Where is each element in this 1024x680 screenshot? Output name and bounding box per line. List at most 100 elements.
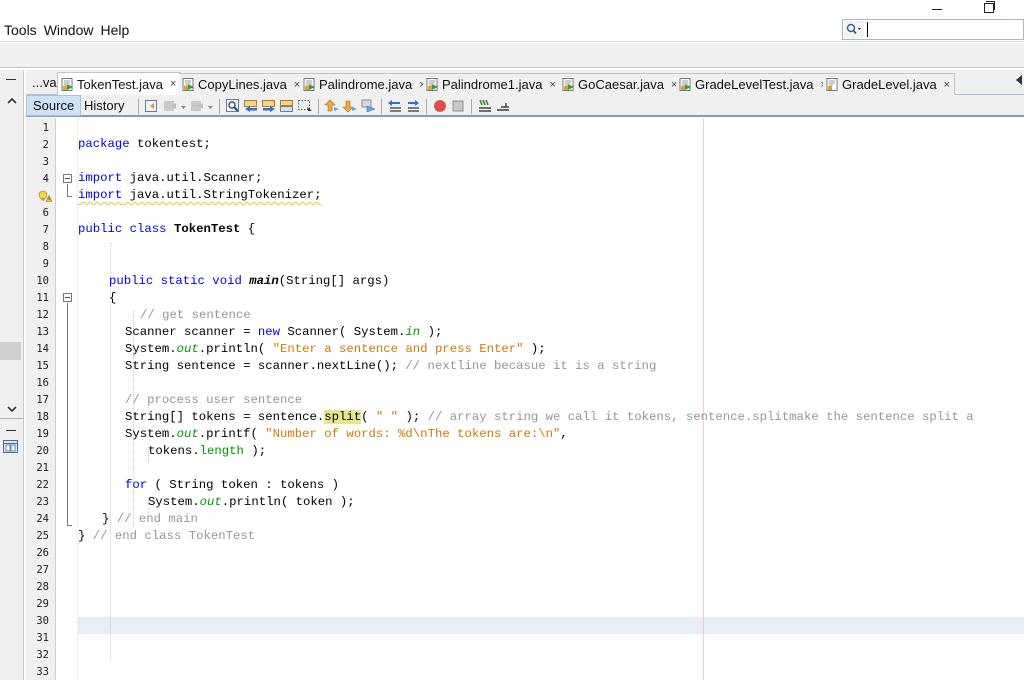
line-number: 4 (42, 173, 49, 185)
line-number: 24 (36, 513, 49, 525)
code-line: // get sentence (140, 307, 251, 324)
code-line: } // end main (102, 511, 198, 528)
navigator-icon[interactable] (3, 440, 18, 453)
code-line: System.out.println( token ); (148, 494, 355, 511)
search-icon[interactable] (844, 21, 864, 38)
line-number: 14 (36, 343, 49, 355)
back-icon[interactable] (162, 98, 178, 114)
find-icon[interactable] (225, 98, 241, 114)
code-line: // process user sentence (125, 392, 302, 409)
code-text: , (560, 427, 568, 441)
start-macro-recording-icon[interactable] (432, 98, 448, 114)
code-text: String[] tokens = sentence. (125, 410, 325, 424)
comment-icon[interactable] (477, 98, 493, 114)
fold-end (67, 196, 72, 197)
code-text: .println( token ); (221, 495, 355, 509)
tab-label: Palindrome.java (319, 77, 413, 92)
minimize-window-button[interactable] (922, 0, 952, 14)
code-text: System. (125, 342, 177, 356)
code-text: ); (398, 410, 428, 424)
code-text: ); (243, 444, 267, 458)
line-number: 15 (36, 360, 49, 372)
code-text: { (240, 222, 256, 236)
code-line: tokens.length ); (148, 443, 266, 460)
tab-gradeleveltest[interactable]: GradeLevelTest.java × (676, 73, 832, 95)
code-text: tokentest; (129, 137, 211, 151)
stop-macro-recording-icon[interactable] (450, 98, 466, 114)
java-file-icon (61, 77, 73, 91)
history-view-tab[interactable]: History (78, 95, 130, 116)
line-number: 27 (36, 564, 49, 576)
find-next-icon[interactable] (261, 98, 277, 114)
toggle-bookmark-icon[interactable] (360, 98, 376, 114)
comment: // process user sentence (125, 393, 303, 407)
close-tab-icon[interactable]: × (170, 78, 176, 90)
tab-label: GoCaesar.java (578, 77, 664, 92)
code-line: import java.util.Scanner; (78, 170, 263, 187)
line-number: 2 (42, 139, 49, 151)
tab-palindrome1[interactable]: Palindrome1.java × (423, 73, 561, 95)
tab-overflow[interactable]: ...va (32, 75, 57, 90)
minimize-navigator-button[interactable] (6, 430, 16, 431)
editor-tab-strip: ...va TokenTest.java × CopyLines.java × … (26, 70, 1024, 95)
rectangular-selection-icon[interactable] (297, 98, 313, 114)
shift-right-icon[interactable] (405, 98, 421, 114)
right-margin-guide (703, 118, 704, 680)
code-editor[interactable]: 1 2 3 4 6 7 8 9 10 11 12 13 14 15 16 17 … (26, 118, 1024, 680)
code-text: .println( (198, 342, 273, 356)
panel-scrollbar-thumb[interactable] (0, 342, 21, 360)
back-dropdown-icon[interactable] (180, 98, 187, 114)
forward-icon[interactable] (189, 98, 205, 114)
tab-tokentest[interactable]: TokenTest.java × (57, 72, 182, 95)
code-text: java.util.Scanner; (122, 171, 263, 185)
string-literal: " " (375, 410, 399, 424)
tab-copylines[interactable]: CopyLines.java × (179, 73, 306, 95)
code-line: System.out.println( "Enter a sentence an… (125, 341, 546, 358)
source-view-tab[interactable]: Source (26, 95, 82, 116)
code-folding-column (56, 118, 78, 680)
minimize-panel-button[interactable] (6, 79, 16, 80)
comment: // nextline becasue it is a string (405, 359, 657, 373)
find-previous-icon[interactable] (243, 98, 259, 114)
code-text: (String[] args) (278, 274, 390, 288)
toggle-highlight-icon[interactable] (279, 98, 295, 114)
keyword: new (257, 325, 280, 339)
next-bookmark-icon[interactable] (342, 98, 358, 114)
line-number: 9 (42, 258, 49, 270)
scroll-down-icon[interactable] (5, 402, 19, 416)
close-tab-icon[interactable]: × (549, 79, 555, 91)
tab-gradelevel[interactable]: GradeLevel.java × (823, 73, 956, 95)
forward-dropdown-icon[interactable] (207, 98, 214, 114)
warning-bulb-icon[interactable] (38, 190, 52, 202)
line-number: 22 (36, 479, 49, 491)
fold-imports-toggle[interactable] (63, 174, 72, 183)
tab-scroll-left-icon[interactable] (1016, 75, 1022, 85)
scroll-up-icon[interactable] (5, 94, 19, 108)
fold-line (67, 184, 68, 196)
menu-tools[interactable]: Tools (1, 22, 40, 38)
last-edit-icon[interactable] (144, 98, 160, 114)
line-number: 31 (36, 632, 49, 644)
fold-method-toggle[interactable] (63, 293, 72, 302)
line-number: 25 (36, 530, 49, 542)
tab-palindrome[interactable]: Palindrome.java × (300, 73, 431, 95)
static-field: out (199, 495, 222, 509)
code-line: { (109, 290, 116, 307)
toolbar-separator (138, 98, 139, 114)
code-line: for ( String token : tokens ) (125, 477, 339, 494)
shift-left-icon[interactable] (387, 98, 403, 114)
restore-window-button[interactable] (974, 0, 1004, 14)
line-number: 1 (42, 122, 49, 134)
uncomment-icon[interactable] (495, 98, 511, 114)
code-text: ( String token : tokens ) (147, 478, 340, 492)
line-number: 17 (36, 394, 49, 406)
menu-help[interactable]: Help (97, 22, 132, 38)
previous-bookmark-icon[interactable] (324, 98, 340, 114)
search-input[interactable] (842, 19, 1024, 40)
tab-label: GradeLevelTest.java (695, 77, 814, 92)
keyword: public static void (109, 274, 242, 288)
tab-gocaesar[interactable]: GoCaesar.java × (559, 73, 683, 95)
static-field: out (176, 342, 199, 356)
close-tab-icon[interactable]: × (944, 79, 950, 91)
menu-window[interactable]: Window (41, 22, 97, 38)
